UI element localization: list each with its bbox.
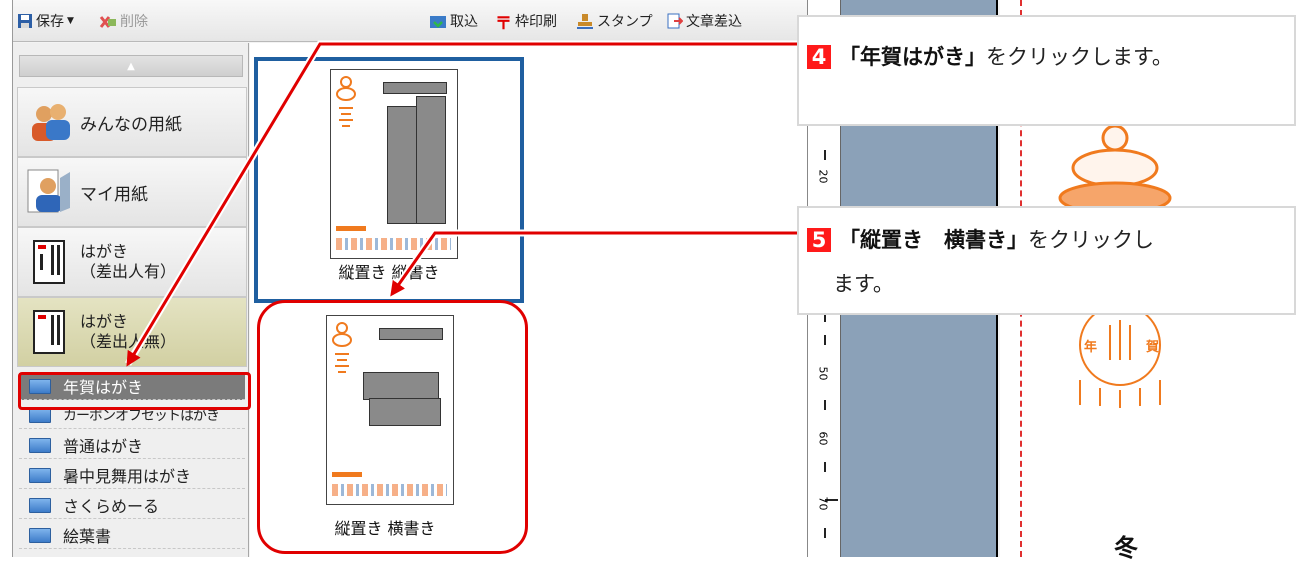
category-everyone-paper[interactable]: みんなの用紙	[17, 87, 247, 157]
import-icon	[430, 16, 446, 28]
people-icon	[26, 98, 74, 146]
highlight-layout-card	[257, 300, 528, 554]
dropdown-arrow-icon: ▼	[67, 16, 74, 26]
callout-emphasis: 「縦置き 横書き」	[839, 228, 1028, 252]
folder-futsu-hagaki[interactable]: 普通はがき	[19, 432, 245, 459]
ruler-label: 50	[816, 366, 830, 381]
step-number: 5	[807, 228, 831, 252]
category-postcard-without-sender[interactable]: はがき （差出人無）	[17, 297, 247, 367]
folder-icon	[29, 527, 51, 543]
layout-label: 縦置き 縦書き	[338, 263, 440, 282]
frame-print-icon: 〒	[495, 13, 512, 34]
category-label: はがき	[80, 242, 129, 261]
category-my-paper[interactable]: マイ用紙	[17, 157, 247, 227]
save-icon	[18, 14, 32, 28]
delete-button[interactable]: 削除	[99, 10, 148, 32]
category-postcard-with-sender[interactable]: はがき （差出人有）	[17, 227, 247, 297]
folder-shochu-mimai-hagaki[interactable]: 暑中見舞用はがき	[19, 462, 245, 489]
instruction-callout-step4: 4 「年賀はがき」をクリックします。	[797, 15, 1296, 126]
postcard-icon	[26, 238, 74, 286]
delete-icon	[99, 16, 116, 28]
folder-icon	[29, 467, 51, 483]
frame-print-button[interactable]: 〒 枠印刷	[495, 10, 557, 34]
save-label: 保存	[36, 14, 64, 30]
folder-label: 普通はがき	[63, 437, 144, 456]
category-sublabel: （差出人無）	[80, 332, 177, 351]
save-button[interactable]: 保存 ▼	[17, 10, 74, 32]
preview-text: 冬	[1114, 534, 1138, 562]
folder-ehagaki[interactable]: 絵葉書	[19, 522, 245, 549]
step-number: 4	[807, 45, 831, 69]
highlight-nenga-folder	[18, 372, 251, 410]
import-button[interactable]: 取込	[429, 10, 478, 32]
scroll-up-button[interactable]: ▲	[19, 55, 243, 77]
import-label: 取込	[450, 14, 478, 30]
text-merge-button[interactable]: 文章差込	[667, 10, 742, 32]
stamp-button[interactable]: スタンプ	[576, 10, 653, 32]
postcard-icon	[26, 308, 74, 356]
category-sublabel: （差出人有）	[80, 262, 177, 281]
text-merge-icon	[667, 13, 683, 29]
ruler-label: 70	[816, 496, 830, 511]
text-merge-label: 文章差込	[686, 14, 742, 30]
layout-thumbnail	[330, 69, 458, 259]
folder-sakura-mail[interactable]: さくらめーる	[19, 492, 245, 519]
stamp-label: スタンプ	[597, 14, 653, 30]
instruction-callout-step5: 5 「縦置き 横書き」をクリックし ます。	[797, 206, 1296, 315]
category-label: マイ用紙	[80, 184, 148, 205]
stamp-char-left: 年	[1084, 340, 1098, 355]
postcard-lottery-strip	[336, 238, 451, 250]
delete-label: 削除	[120, 14, 148, 30]
kagami-mochi-illustration	[1058, 124, 1172, 215]
person-icon	[26, 168, 74, 216]
callout-text: をクリックし	[1028, 228, 1154, 252]
stamp-char-right: 賀	[1146, 340, 1160, 355]
category-label: みんなの用紙	[80, 114, 182, 135]
ruler-label: 20	[816, 169, 830, 184]
folder-icon	[29, 497, 51, 513]
callout-emphasis: 「年賀はがき」	[839, 45, 986, 69]
stamp-icon	[577, 14, 593, 29]
folder-label: さくらめーる	[63, 497, 160, 516]
layout-card-vertical-vertical[interactable]: 縦置き 縦書き	[254, 57, 524, 303]
ruler-label: 60	[816, 431, 830, 446]
category-label: はがき	[80, 312, 129, 331]
folder-icon	[29, 437, 51, 453]
callout-text: をクリックします。	[986, 45, 1173, 69]
category-sidebar: ▲ みんなの用紙 マイ用紙 はがき （差出人有） はがき （差出人無） 年賀はが…	[13, 43, 249, 557]
folder-label: 暑中見舞用はがき	[63, 467, 192, 486]
folder-label: 絵葉書	[63, 527, 112, 546]
kagami-mochi-icon	[336, 76, 356, 127]
callout-text-line2: ます。	[833, 272, 894, 296]
frame-print-label: 枠印刷	[515, 14, 557, 30]
nenga-stamp-icon	[1079, 304, 1161, 408]
